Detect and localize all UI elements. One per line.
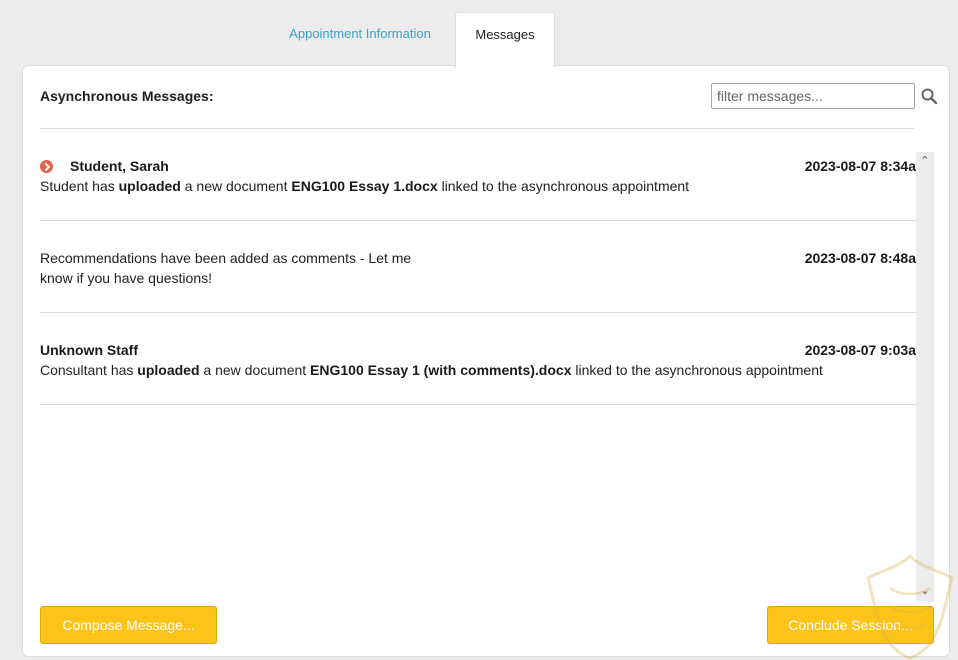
header-divider	[40, 128, 914, 129]
message-timestamp: 2023-08-07 8:48a	[804, 250, 916, 266]
message-list: Student, Sarah 2023-08-07 8:34a Student …	[40, 146, 934, 604]
chevron-right-circle-icon	[40, 160, 53, 173]
message-item: Student, Sarah 2023-08-07 8:34a Student …	[40, 156, 916, 221]
chevron-up-icon[interactable]: ⌃	[916, 154, 934, 168]
watermark-emblem-icon	[866, 553, 954, 660]
panel-title: Asynchronous Messages:	[40, 88, 214, 104]
compose-message-button[interactable]: Compose Message...	[40, 606, 217, 644]
message-divider	[40, 312, 916, 313]
message-body: Recommendations have been added as comme…	[40, 250, 412, 286]
message-timestamp: 2023-08-07 8:34a	[804, 158, 916, 174]
message-sender: Unknown Staff	[40, 342, 138, 358]
message-divider	[40, 220, 916, 221]
message-timestamp: 2023-08-07 9:03a	[804, 342, 916, 358]
message-sender: Student, Sarah	[70, 158, 169, 174]
filter-messages-input[interactable]	[711, 83, 915, 109]
search-icon[interactable]	[920, 87, 938, 105]
tab-bar: Appointment Information Messages	[0, 12, 958, 68]
tab-messages[interactable]: Messages	[455, 12, 555, 68]
message-item: Unknown Staff 2023-08-07 9:03a Consultan…	[40, 340, 916, 405]
message-item: 2023-08-07 8:48a Recommendations have be…	[40, 248, 916, 313]
tab-appointment-information[interactable]: Appointment Information	[270, 12, 450, 66]
messages-panel: Asynchronous Messages: Student, Sarah 20…	[22, 65, 950, 657]
message-divider	[40, 404, 916, 405]
scrollbar-track[interactable]	[916, 152, 934, 602]
message-body: Student has uploaded a new document ENG1…	[40, 178, 690, 194]
message-body: Consultant has uploaded a new document E…	[40, 362, 823, 378]
